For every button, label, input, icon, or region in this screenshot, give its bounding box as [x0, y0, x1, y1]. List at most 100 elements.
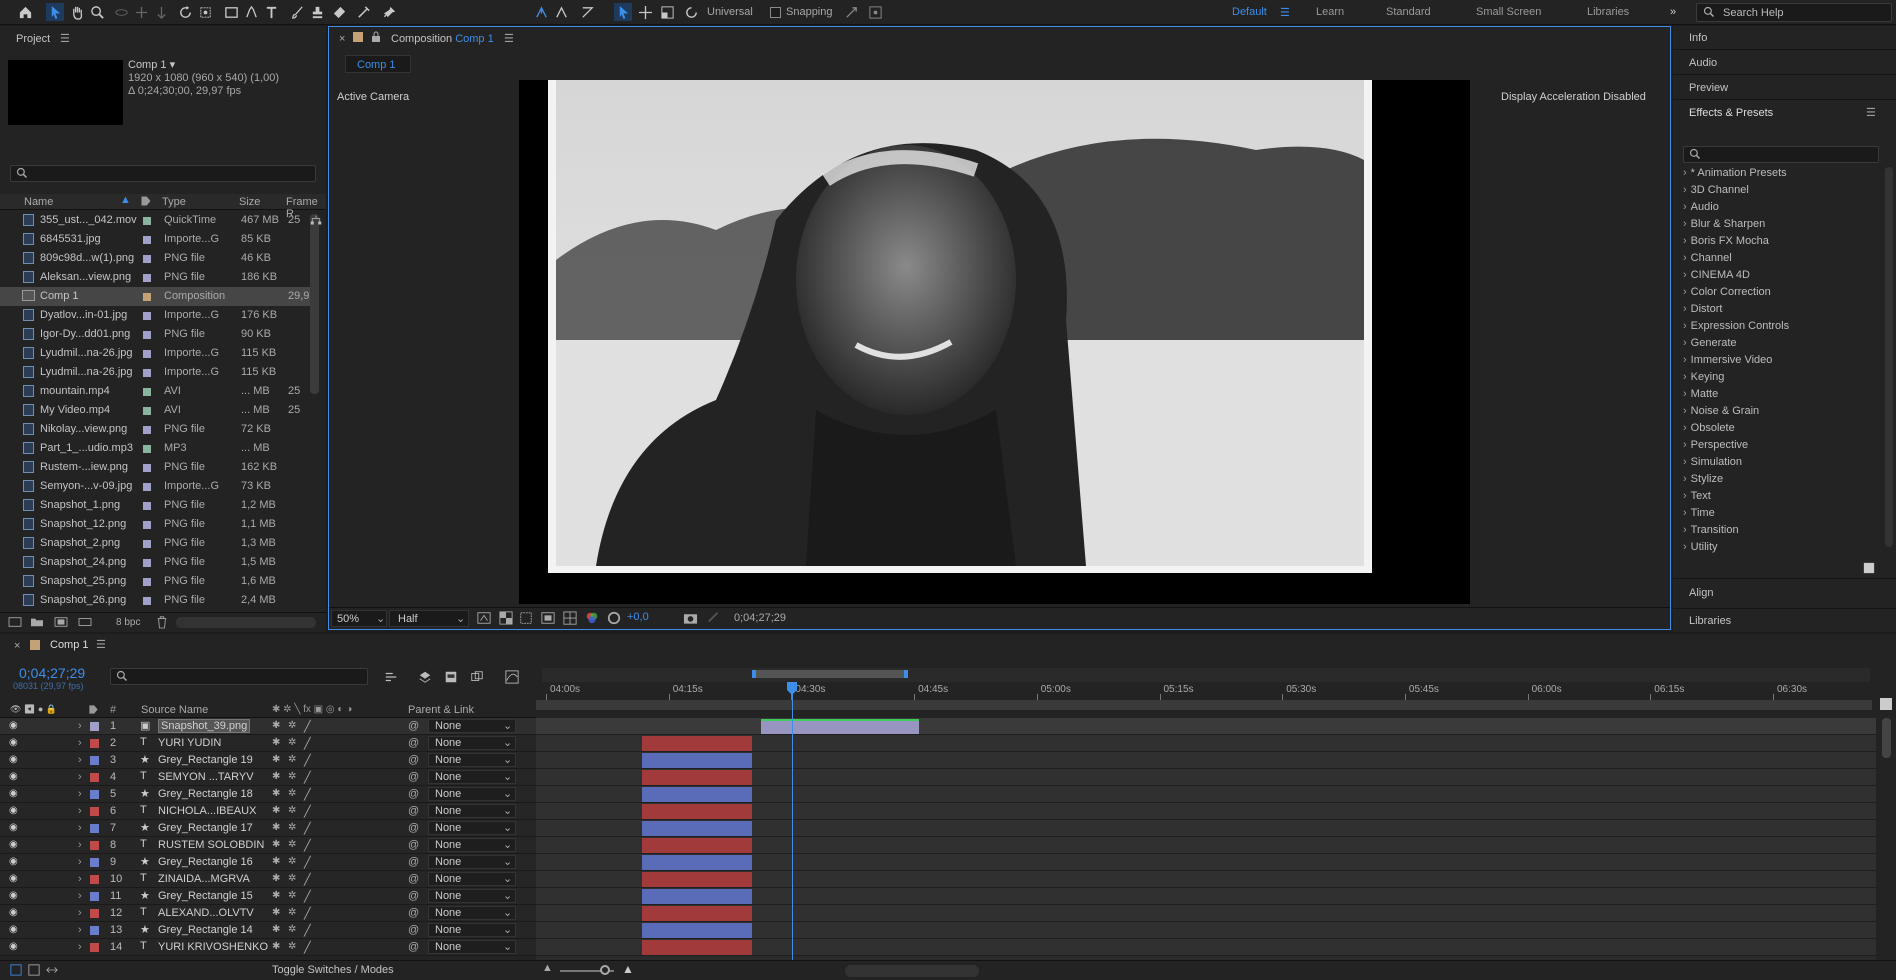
layer-name[interactable]: Grey_Rectangle 15: [158, 890, 253, 902]
collapse-switch-icon[interactable]: ✲: [288, 771, 296, 782]
parent-dropdown[interactable]: None ⌄: [428, 736, 516, 750]
project-item[interactable]: Part_1_...udio.mp3 MP3 ... MB: [0, 439, 314, 458]
layer-row[interactable]: ◉ › 1 ▣ Snapshot_39.png ✱ ✲ ╱ @ None ⌄: [0, 718, 536, 735]
shy-switch-icon[interactable]: ✱: [272, 941, 280, 952]
visibility-eye-icon[interactable]: ◉: [9, 822, 18, 833]
quality-switch-icon[interactable]: ╱: [304, 737, 311, 750]
layer-color-label[interactable]: [90, 858, 99, 867]
color-management-icon[interactable]: [607, 611, 621, 628]
project-scrollbar[interactable]: [310, 214, 319, 394]
pickwhip-icon[interactable]: @: [408, 771, 419, 783]
orbit-camera-icon[interactable]: [112, 3, 130, 21]
shy-switch-icon[interactable]: ✱: [272, 839, 280, 850]
effect-category[interactable]: › Blur & Sharpen: [1683, 218, 1765, 230]
time-ruler[interactable]: 04:00s 04:15s 04:30s 04:45s 05:00s 05:15s 05:3…: [542, 682, 1870, 702]
item-color-label[interactable]: [143, 369, 151, 377]
expand-chevron-icon[interactable]: ›: [78, 822, 82, 834]
effect-category[interactable]: › Immersive Video: [1683, 354, 1772, 366]
visibility-eye-icon[interactable]: ◉: [9, 924, 18, 935]
rotate-icon[interactable]: [682, 3, 700, 21]
home-icon[interactable]: [16, 3, 34, 21]
item-color-label[interactable]: [143, 464, 151, 472]
parent-dropdown[interactable]: None ⌄: [428, 821, 516, 835]
item-color-label[interactable]: [143, 236, 151, 244]
col-type[interactable]: Type: [162, 196, 186, 208]
collapse-switch-icon[interactable]: ✲: [288, 873, 296, 884]
project-item[interactable]: Snapshot_26.png PNG file 2,4 MB: [0, 591, 314, 610]
timeline-tab[interactable]: Comp 1: [50, 639, 89, 651]
shy-switch-icon[interactable]: ✱: [272, 754, 280, 765]
snap-options-icon[interactable]: [842, 3, 860, 21]
project-item[interactable]: Snapshot_25.png PNG file 1,6 MB: [0, 572, 314, 591]
eraser-tool-icon[interactable]: [330, 3, 348, 21]
visibility-eye-icon[interactable]: ◉: [9, 890, 18, 901]
layer-row[interactable]: ◉ › 6 T NICHOLA...IBEAUX ✱ ✲ ╱ @ None ⌄: [0, 803, 536, 820]
item-color-label[interactable]: [143, 559, 151, 567]
quality-switch-icon[interactable]: ╱: [304, 890, 311, 903]
item-color-label[interactable]: [143, 350, 151, 358]
pickwhip-icon[interactable]: @: [408, 737, 419, 749]
shy-switch-icon[interactable]: ✱: [272, 856, 280, 867]
expand-transfer-controls-icon[interactable]: [28, 964, 40, 979]
layer-color-label[interactable]: [90, 739, 99, 748]
draft-3d-icon[interactable]: [418, 670, 432, 687]
layer-row[interactable]: ◉ › 11 ★ Grey_Rectangle 15 ✱ ✲ ╱ @ None ⌄: [0, 888, 536, 905]
move-icon[interactable]: [636, 3, 654, 21]
transparency-grid-icon[interactable]: [499, 611, 513, 628]
interpret-footage-icon[interactable]: [8, 616, 22, 631]
pickwhip-icon[interactable]: @: [408, 805, 419, 817]
pickwhip-icon[interactable]: @: [408, 941, 419, 953]
project-item[interactable]: Aleksan...view.png PNG file 186 KB: [0, 268, 314, 287]
comp-name-dropdown[interactable]: Comp 1 ▾: [128, 58, 175, 71]
effect-category[interactable]: › Obsolete: [1683, 422, 1735, 434]
layer-duration-bar[interactable]: [642, 736, 752, 751]
shy-switch-icon[interactable]: ✱: [272, 907, 280, 918]
work-area-track[interactable]: [542, 668, 1870, 682]
view-axis-icon[interactable]: [578, 3, 596, 21]
visibility-eye-icon[interactable]: ◉: [9, 737, 18, 748]
layer-color-label[interactable]: [90, 824, 99, 833]
timeline-close-icon[interactable]: ×: [14, 640, 20, 652]
collapse-switch-icon[interactable]: ✲: [288, 924, 296, 935]
layer-color-label[interactable]: [90, 722, 99, 731]
layer-duration-bar[interactable]: [642, 770, 752, 785]
timeline-menu-icon[interactable]: ☰: [96, 638, 106, 651]
expand-chevron-icon[interactable]: ›: [78, 788, 82, 800]
visibility-eye-icon[interactable]: ◉: [9, 856, 18, 867]
effect-category[interactable]: › Stylize: [1683, 473, 1723, 485]
project-item[interactable]: Igor-Dy...dd01.png PNG file 90 KB: [0, 325, 314, 344]
layer-name[interactable]: RUSTEM SOLOBDIN: [158, 839, 264, 851]
quality-switch-icon[interactable]: ╱: [304, 771, 311, 784]
effect-category[interactable]: › Channel: [1683, 252, 1732, 264]
parent-dropdown[interactable]: None ⌄: [428, 923, 516, 937]
project-item[interactable]: Lyudmil...na-26.jpg Importe...G 115 KB: [0, 344, 314, 363]
item-color-label[interactable]: [143, 502, 151, 510]
workspace-standard[interactable]: Standard: [1386, 6, 1431, 18]
project-item[interactable]: Snapshot_1.png PNG file 1,2 MB: [0, 496, 314, 515]
effects-menu-icon[interactable]: ☰: [1866, 106, 1876, 119]
visibility-eye-icon[interactable]: ◉: [9, 720, 18, 731]
snap-grid-icon[interactable]: [866, 3, 884, 21]
time-navigator[interactable]: [536, 700, 1872, 710]
audio-panel-header[interactable]: Audio: [1673, 51, 1896, 75]
item-color-label[interactable]: [143, 483, 151, 491]
toggle-switches-modes-button[interactable]: Toggle Switches / Modes: [272, 964, 394, 976]
visibility-eye-icon[interactable]: ◉: [9, 805, 18, 816]
shy-switch-icon[interactable]: ✱: [272, 873, 280, 884]
layer-name[interactable]: Snapshot_39.png: [158, 719, 251, 733]
new-composition-icon[interactable]: [54, 616, 68, 631]
project-item[interactable]: 809c98d...w(1).png PNG file 46 KB: [0, 249, 314, 268]
collapse-switch-icon[interactable]: ✲: [288, 754, 296, 765]
preview-panel-header[interactable]: Preview: [1673, 76, 1896, 100]
layer-name[interactable]: YURI KRIVOSHENKO: [158, 941, 268, 953]
layer-name[interactable]: YURI YUDIN: [158, 737, 221, 749]
source-name-header[interactable]: Source Name: [141, 704, 208, 716]
layer-color-label[interactable]: [90, 909, 99, 918]
local-axis-icon[interactable]: [532, 3, 550, 21]
project-item[interactable]: My Video.mp4 AVI ... MB 25: [0, 401, 314, 420]
effect-category[interactable]: › Audio: [1683, 201, 1719, 213]
workspace-default[interactable]: Default: [1232, 6, 1267, 18]
layer-duration-bar[interactable]: [642, 787, 752, 802]
quality-switch-icon[interactable]: ╱: [304, 720, 311, 733]
sort-asc-icon[interactable]: ▲: [120, 194, 131, 206]
